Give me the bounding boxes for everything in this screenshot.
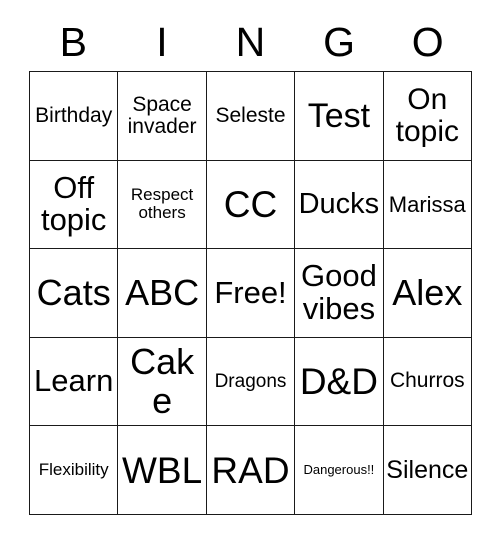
bingo-cell[interactable]: CC	[206, 160, 296, 250]
bingo-cell[interactable]: Space invader	[118, 72, 207, 161]
bingo-cell-label: Dragons	[214, 370, 287, 392]
bingo-cell[interactable]: Test	[295, 72, 384, 161]
bingo-cell-label: Cake	[130, 341, 195, 421]
bingo-cell-label: Seleste	[215, 103, 286, 127]
bingo-cell-label: Silence	[386, 455, 469, 484]
bingo-cell[interactable]: Off topic	[30, 160, 119, 250]
bingo-cell[interactable]: Cats	[30, 249, 119, 338]
bingo-cell[interactable]: Learn	[30, 337, 119, 427]
bingo-cell[interactable]: Cake	[118, 337, 207, 427]
bingo-cell[interactable]: WBL	[118, 426, 207, 515]
bingo-cell-label: D&D	[299, 360, 378, 402]
bingo-cell[interactable]: Dangerous!!	[295, 426, 384, 515]
bingo-cell-label: Alex	[392, 271, 463, 313]
bingo-header-letter-g: G	[323, 19, 356, 65]
bingo-cell[interactable]: Good vibes	[295, 249, 384, 338]
bingo-cell[interactable]: Alex	[383, 249, 472, 338]
bingo-cell[interactable]: Churros	[383, 337, 472, 427]
bingo-header-letter-i: I	[156, 19, 168, 65]
bingo-cell[interactable]: Silence	[383, 426, 472, 515]
bingo-cell[interactable]: Free!	[206, 249, 296, 338]
bingo-cell-label: ABC	[125, 271, 200, 313]
bingo-cell-label: Birthday	[35, 103, 113, 127]
bingo-cell[interactable]: ABC	[118, 249, 207, 338]
bingo-cell[interactable]: RAD	[206, 426, 296, 515]
bingo-grid: Birthday Space invader Seleste Test On topic…	[29, 71, 472, 515]
bingo-cell-label: Dangerous!!	[303, 462, 375, 478]
bingo-cell-label: Churros	[389, 369, 465, 393]
bingo-cell-label: Respect others	[130, 185, 194, 223]
bingo-cell-label: Ducks	[298, 188, 380, 221]
bingo-cell[interactable]: Dragons	[206, 337, 296, 427]
bingo-cell[interactable]: Birthday	[30, 72, 119, 161]
bingo-cell-label: Cats	[36, 271, 111, 313]
bingo-cell[interactable]: Respect others	[118, 160, 207, 250]
bingo-cell-label: RAD	[211, 449, 290, 491]
bingo-cell-label: Learn	[34, 363, 114, 399]
bingo-header-letter-b: B	[59, 19, 87, 65]
bingo-card: B I N G O Birthday Space invader Seleste Te…	[0, 0, 500, 544]
bingo-cell-label: Test	[307, 96, 371, 135]
bingo-cell[interactable]: Ducks	[295, 160, 384, 250]
bingo-cell-label: Flexibility	[38, 460, 109, 480]
bingo-cell[interactable]: Seleste	[206, 72, 296, 161]
bingo-cell-label: CC	[223, 183, 278, 225]
bingo-cell-label: WBL	[122, 449, 203, 491]
bingo-header-letter-o: O	[411, 19, 444, 65]
bingo-cell[interactable]: Marissa	[383, 160, 472, 250]
bingo-header-row: B I N G O	[29, 14, 472, 71]
bingo-cell-label: Good vibes	[300, 258, 377, 326]
bingo-cell[interactable]: D&D	[295, 337, 384, 427]
bingo-header-letter-n: N	[235, 19, 266, 65]
bingo-cell-label: On topic	[395, 83, 459, 148]
bingo-cell-label: Marissa	[388, 191, 466, 217]
bingo-cell[interactable]: On topic	[383, 72, 472, 161]
bingo-cell-label: Off topic	[40, 169, 107, 238]
bingo-cell-label: Space invader	[127, 92, 197, 138]
bingo-cell[interactable]: Flexibility	[30, 426, 119, 515]
bingo-cell-label: Free!	[214, 274, 287, 310]
